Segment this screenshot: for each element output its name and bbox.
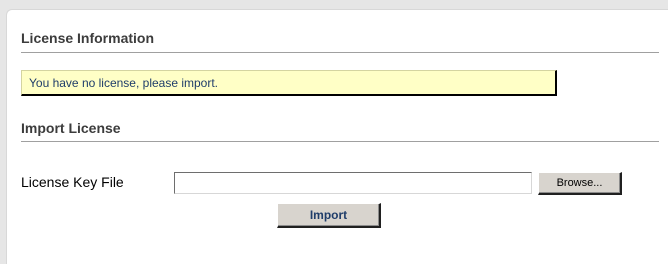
license-key-file-label: License Key File bbox=[21, 174, 124, 190]
browse-button[interactable]: Browse... bbox=[538, 172, 622, 195]
import-button[interactable]: Import bbox=[277, 203, 381, 228]
license-panel: License Information You have no license,… bbox=[6, 9, 668, 264]
license-information-heading: License Information bbox=[21, 30, 155, 46]
import-license-heading: Import License bbox=[21, 120, 121, 136]
license-key-file-input[interactable] bbox=[174, 172, 532, 194]
no-license-notice: You have no license, please import. bbox=[21, 70, 557, 96]
section-divider bbox=[21, 52, 659, 53]
section-divider bbox=[21, 141, 659, 142]
